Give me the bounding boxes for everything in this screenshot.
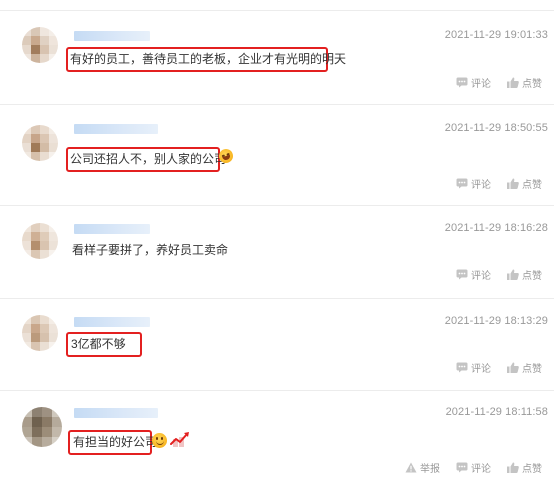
comment-timestamp: 2021-11-29 18:50:55 xyxy=(444,122,548,134)
like-icon xyxy=(507,77,519,88)
username-blurred[interactable] xyxy=(74,124,158,134)
comment-icon xyxy=(456,77,468,88)
comment-text: 3亿都不够 xyxy=(71,337,126,351)
comment-icon xyxy=(456,362,468,373)
avatar[interactable] xyxy=(22,125,58,161)
comment-icon xyxy=(456,462,468,473)
comment-label: 评论 xyxy=(471,271,491,282)
username-blurred[interactable] xyxy=(74,408,158,418)
comment-text: 有好的员工，善待员工的老板，企业才有光明的明天 xyxy=(70,52,347,66)
avatar[interactable] xyxy=(22,27,58,63)
like-button[interactable]: 点赞 xyxy=(507,75,542,90)
comment-timestamp: 2021-11-29 18:16:28 xyxy=(444,222,548,234)
comment-timestamp: 2021-11-29 19:01:33 xyxy=(444,29,548,41)
avatar[interactable] xyxy=(22,223,58,259)
comment-actions: 评论 点赞 xyxy=(456,360,542,375)
like-button[interactable]: 点赞 xyxy=(507,267,542,282)
like-label: 点赞 xyxy=(522,271,542,282)
comment-label: 评论 xyxy=(471,364,491,375)
username-blurred[interactable] xyxy=(74,31,150,41)
like-button[interactable]: 点赞 xyxy=(507,176,542,191)
comment-timestamp: 2021-11-29 18:13:29 xyxy=(444,315,548,327)
comment-button[interactable]: 评论 xyxy=(456,75,491,90)
comment-actions: 评论 点赞 xyxy=(456,267,542,282)
report-icon xyxy=(405,462,417,473)
like-label: 点赞 xyxy=(522,79,542,90)
like-button[interactable]: 点赞 xyxy=(507,460,542,475)
comment-item: 2021-11-29 18:11:58 有担当的好公司 举报 评论 点赞 xyxy=(0,390,554,477)
avatar[interactable] xyxy=(22,407,62,447)
comment-item: 2021-11-29 19:01:33 有好的员工，善待员工的老板，企业才有光明… xyxy=(0,11,554,105)
like-icon xyxy=(507,462,519,473)
comment-icon xyxy=(456,269,468,280)
comment-button[interactable]: 评论 xyxy=(456,176,491,191)
comment-text: 看样子要拼了，养好员工卖命 xyxy=(72,243,229,257)
like-button[interactable]: 点赞 xyxy=(507,360,542,375)
like-icon xyxy=(507,362,519,373)
username-blurred[interactable] xyxy=(74,317,150,327)
report-button[interactable]: 举报 xyxy=(405,460,440,475)
avatar[interactable] xyxy=(22,315,58,351)
comment-item: 2021-11-29 18:13:29 3亿都不够 评论 点赞 xyxy=(0,298,554,391)
like-label: 点赞 xyxy=(522,364,542,375)
comment-timestamp: 2021-11-29 18:11:58 xyxy=(445,406,548,418)
username-blurred[interactable] xyxy=(74,224,150,234)
comment-actions: 举报 评论 点赞 xyxy=(405,460,542,475)
like-icon xyxy=(507,178,519,189)
like-icon xyxy=(507,269,519,280)
comment-label: 评论 xyxy=(471,464,491,475)
comment-text: 公司还招人不，别人家的公司 xyxy=(70,152,227,166)
comment-button[interactable]: 评论 xyxy=(456,267,491,282)
comment-actions: 评论 点赞 xyxy=(456,75,542,90)
smile-emoji-icon xyxy=(152,433,167,448)
comment-label: 评论 xyxy=(471,79,491,90)
comment-item: 2021-11-29 18:16:28 看样子要拼了，养好员工卖命 评论 点赞 xyxy=(0,205,554,299)
comment-label: 评论 xyxy=(471,180,491,191)
comment-icon xyxy=(456,178,468,189)
comment-item: 2021-11-29 18:50:55 公司还招人不，别人家的公司 评论 点赞 xyxy=(0,104,554,206)
comment-button[interactable]: 评论 xyxy=(456,360,491,375)
like-label: 点赞 xyxy=(522,464,542,475)
comment-text: 有担当的好公司 xyxy=(73,435,158,449)
comment-button[interactable]: 评论 xyxy=(456,460,491,475)
comment-actions: 评论 点赞 xyxy=(456,176,542,191)
rising-chart-emoji-icon xyxy=(170,432,189,447)
report-label: 举报 xyxy=(420,464,440,475)
like-label: 点赞 xyxy=(522,180,542,191)
